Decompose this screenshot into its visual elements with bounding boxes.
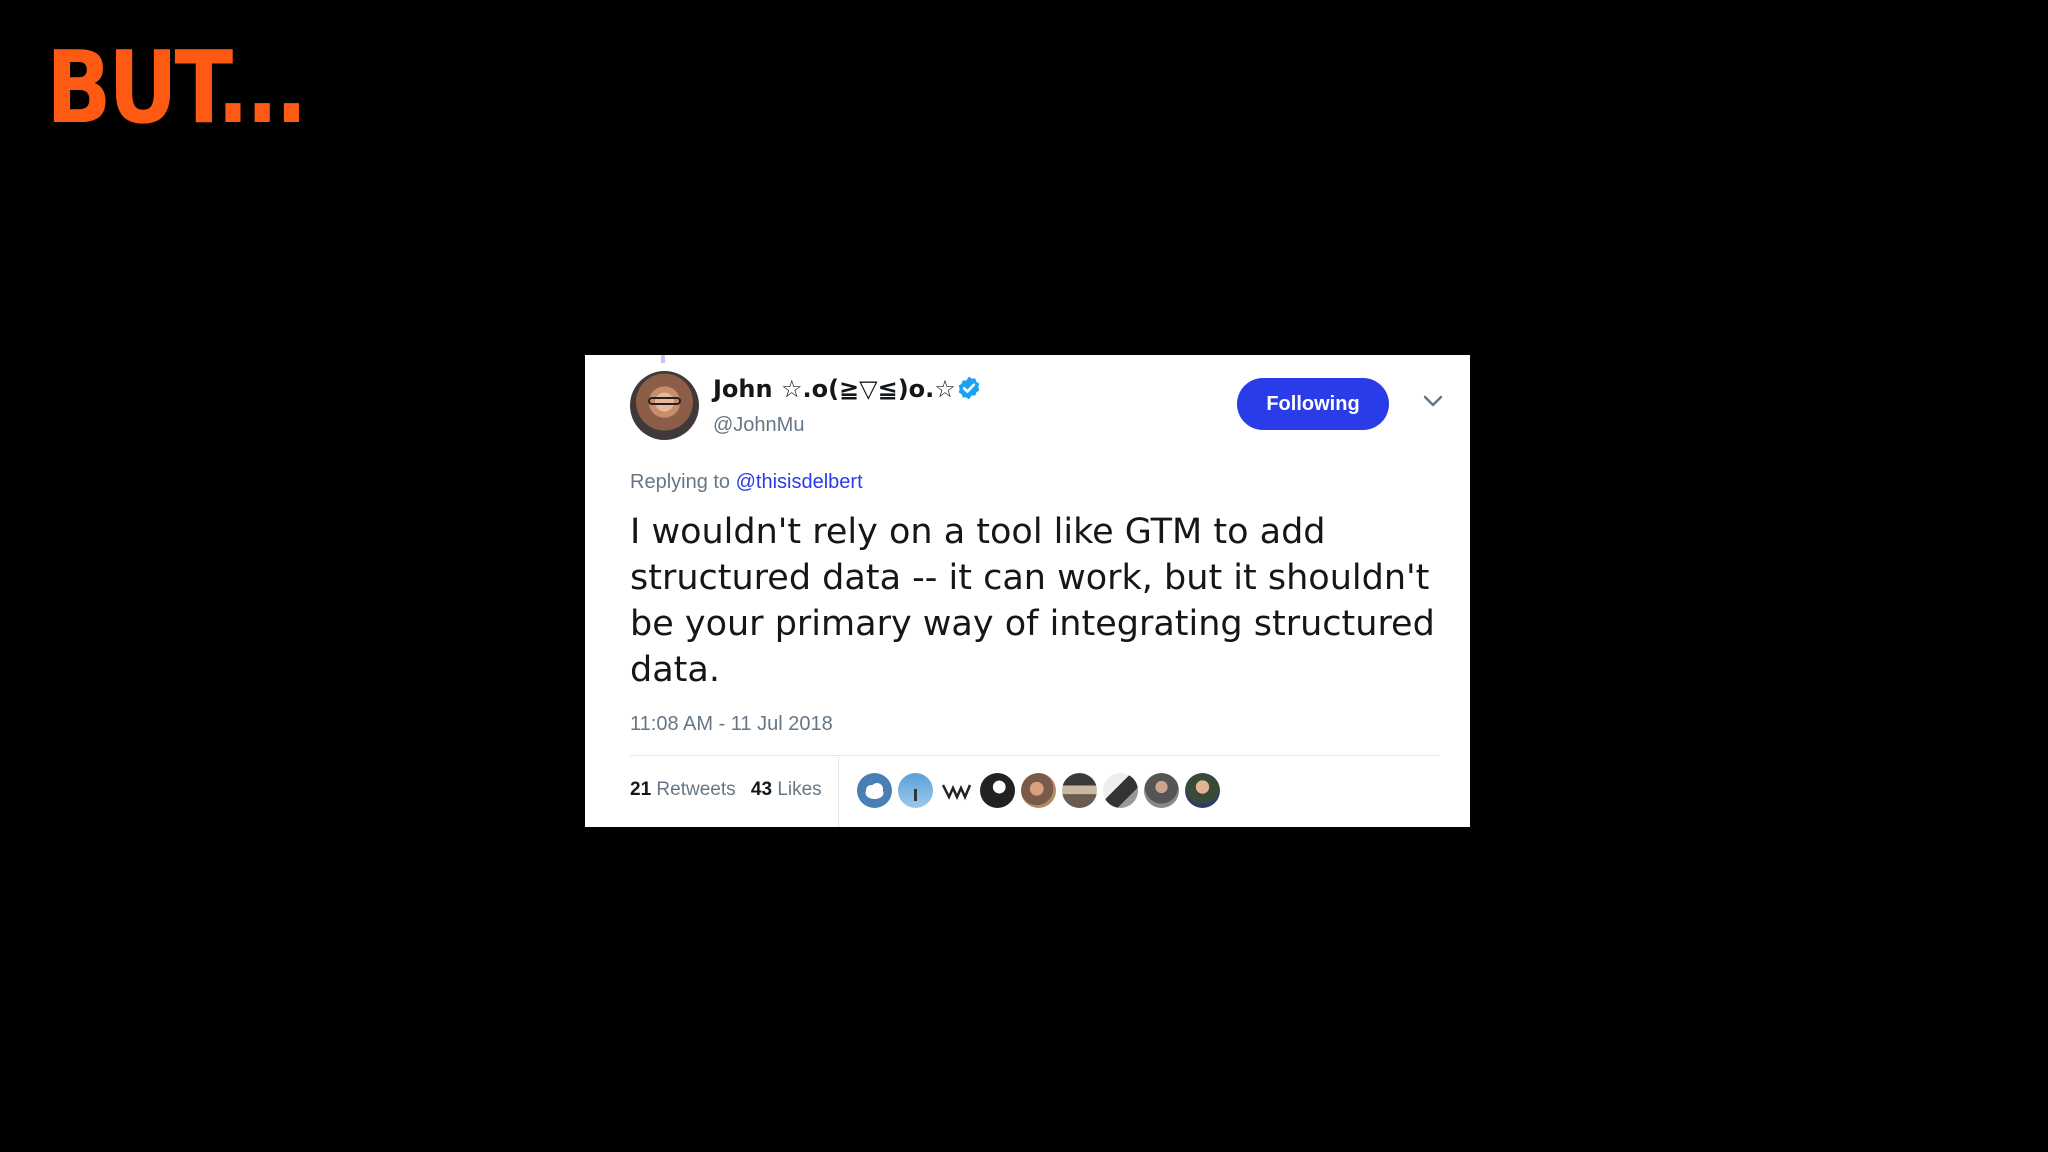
retweets-count: 21 [630, 779, 652, 800]
tweet-timestamp[interactable]: 11:08 AM - 11 Jul 2018 [630, 713, 833, 736]
liker-avatar[interactable] [1103, 773, 1138, 808]
liker-avatar[interactable] [898, 773, 933, 808]
display-name[interactable]: John ☆.o(≧▽≦)o.☆ [713, 375, 956, 403]
avatar[interactable] [630, 371, 699, 440]
user-handle[interactable]: @JohnMu [713, 414, 804, 437]
liker-avatar[interactable] [857, 773, 892, 808]
retweets-stat[interactable]: 21 Retweets [630, 779, 736, 800]
likes-stat[interactable]: 43 Likes [751, 779, 822, 800]
avatar-glasses [648, 397, 681, 405]
tweet-card: John ☆.o(≧▽≦)o.☆ @JohnMu Following Reply… [585, 355, 1470, 827]
reply-mention-link[interactable]: @thisisdelbert [736, 471, 863, 493]
thread-line [661, 355, 665, 363]
following-button[interactable]: Following [1237, 378, 1389, 430]
chevron-down-icon[interactable] [1422, 393, 1444, 409]
divider [630, 755, 1440, 756]
verified-badge-icon [958, 376, 980, 400]
liker-avatar[interactable] [1144, 773, 1179, 808]
liker-avatar[interactable] [939, 773, 974, 808]
replying-to-prefix: Replying to [630, 471, 731, 493]
stats-separator [838, 757, 839, 827]
liker-avatar[interactable] [1185, 773, 1220, 808]
liker-avatar[interactable] [980, 773, 1015, 808]
liker-avatar[interactable] [1062, 773, 1097, 808]
replying-to-line: Replying to @thisisdelbert [630, 471, 863, 494]
retweets-label: Retweets [656, 779, 736, 800]
likes-label: Likes [777, 779, 822, 800]
liker-avatars [857, 773, 1220, 809]
tweet-stats: 21 Retweets 43 Likes [630, 779, 832, 801]
likes-count: 43 [750, 779, 773, 800]
tweet-text: I wouldn't rely on a tool like GTM to ad… [630, 512, 1435, 690]
liker-avatar[interactable] [1021, 773, 1056, 808]
slide-title: BUT... [46, 29, 308, 146]
